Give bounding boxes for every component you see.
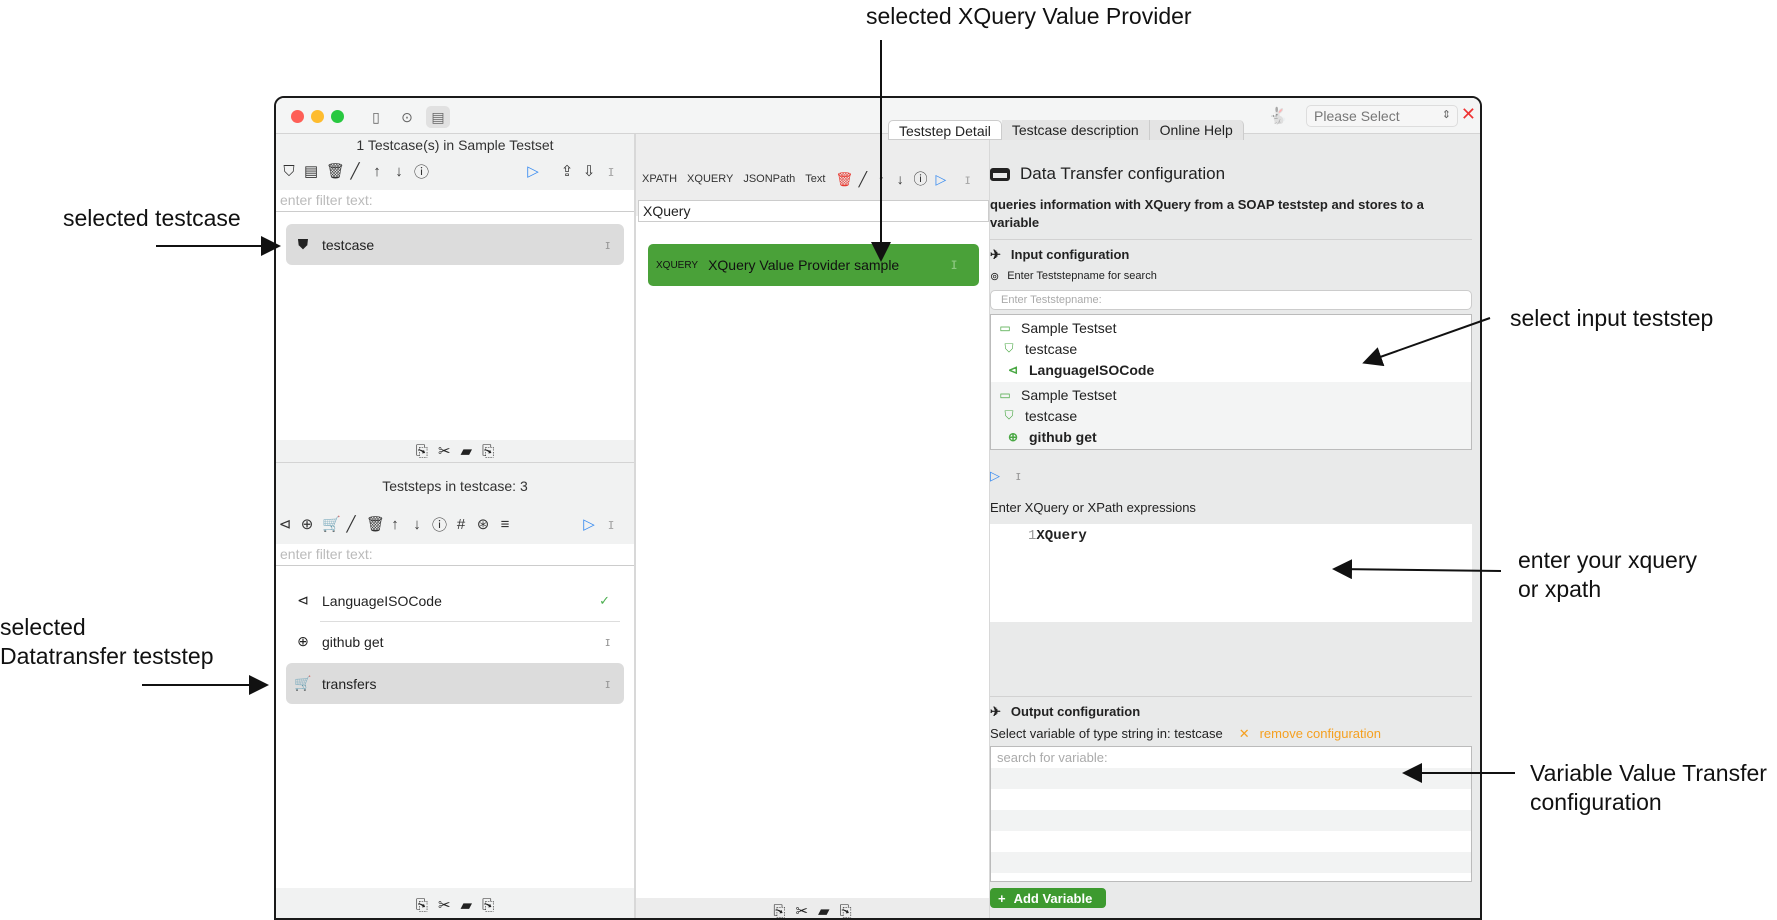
arrow-select-input [1362,317,1491,367]
tab-online-help[interactable]: Online Help [1149,120,1244,140]
tab-testcase-description[interactable]: Testcase description [1001,120,1150,140]
tab-teststep-detail[interactable]: Teststep Detail [888,120,1002,140]
detail-tabs: Teststep Detail Testcase description Onl… [888,120,1244,140]
arrow-xquery [1332,559,1502,580]
